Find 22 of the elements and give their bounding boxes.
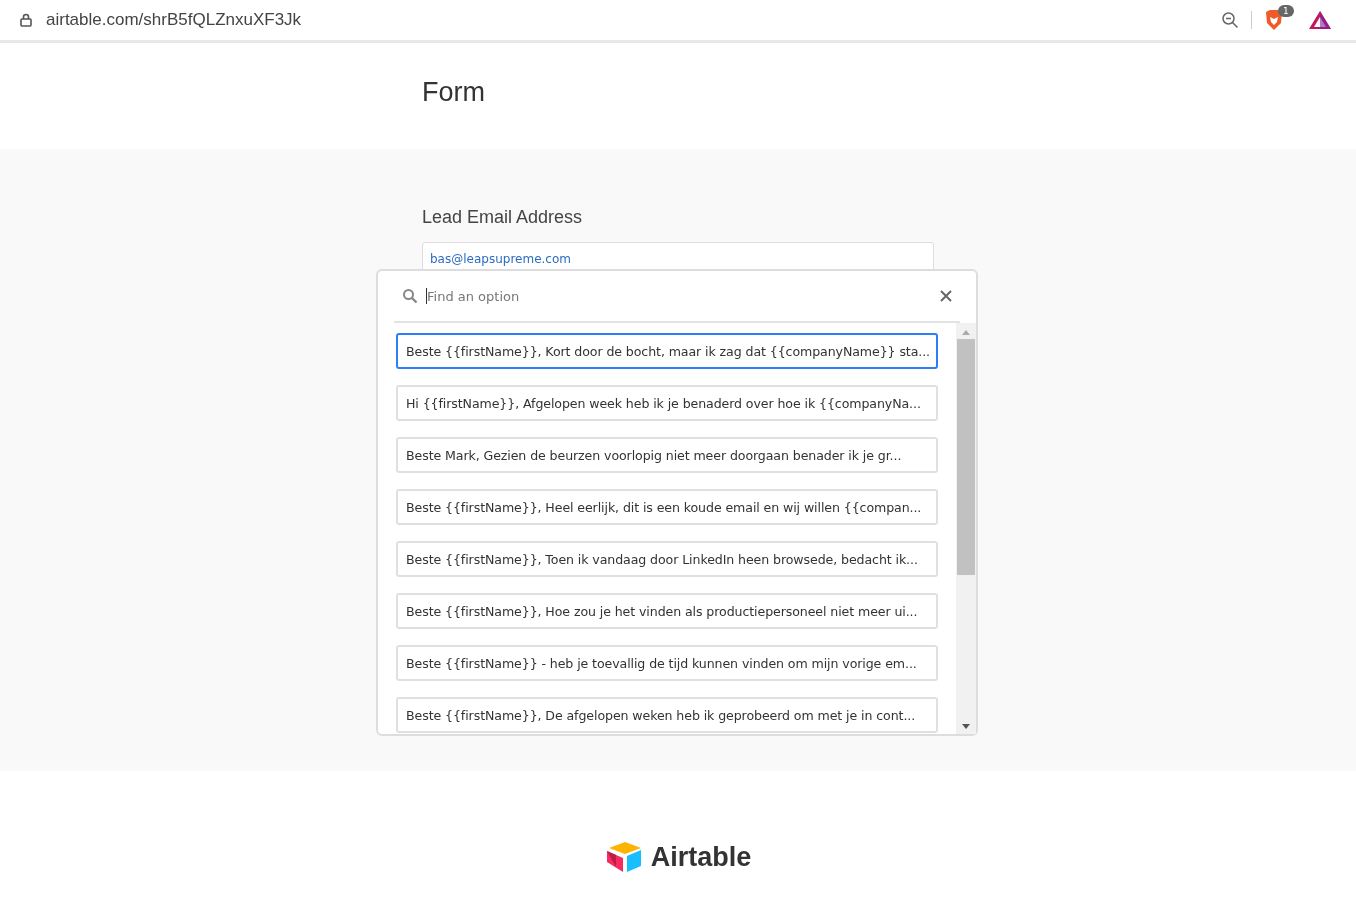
option-item[interactable]: Beste {{firstName}}, Heel eerlijk, dit is een koude email en wij willen {{compan... xyxy=(396,489,938,525)
option-item[interactable]: Beste {{firstName}}, Toen ik vandaag door LinkedIn heen browsede, bedacht ik... xyxy=(396,541,938,577)
scroll-down-arrow-icon[interactable] xyxy=(961,724,971,730)
search-field[interactable]: Find an option xyxy=(426,288,932,304)
triangle-logo-icon[interactable] xyxy=(1308,10,1332,30)
option-item[interactable]: Beste {{firstName}}, Kort door de bocht, maar ik zag dat {{companyName}} sta... xyxy=(396,333,938,369)
search-icon xyxy=(402,288,418,304)
option-item[interactable]: Hi {{firstName}}, Afgelopen week heb ik je benaderd over hoe ik {{companyNa... xyxy=(396,385,938,421)
zoom-out-icon[interactable] xyxy=(1221,11,1239,29)
option-item[interactable]: Beste {{firstName}}, Hoe zou je het vinden als productiepersoneel niet meer ui... xyxy=(396,593,938,629)
field-label: Lead Email Address xyxy=(422,207,584,228)
address-bar-url[interactable]: airtable.com/shrB5fQLZnxuXF3Jk xyxy=(46,10,302,30)
brand-name: Airtable xyxy=(650,841,752,873)
option-item[interactable]: Beste {{firstName}} - heb je toevallig de tijd kunnen vinden om mijn vorige em... xyxy=(396,645,938,681)
form-title: Form xyxy=(422,76,486,108)
option-item[interactable]: Beste {{firstName}}, De afgelopen weken heb ik geprobeerd om met je in cont... xyxy=(396,697,938,733)
scrollbar[interactable] xyxy=(956,323,976,734)
close-icon[interactable] xyxy=(940,290,952,302)
lion-shield-icon[interactable] xyxy=(1264,9,1284,31)
lock-icon xyxy=(20,13,32,27)
notification-badge: 1 xyxy=(1278,5,1294,17)
option-item[interactable]: Beste Mark, Gezien de beurzen voorlopig niet meer doorgaan benader ik je gr... xyxy=(396,437,938,473)
